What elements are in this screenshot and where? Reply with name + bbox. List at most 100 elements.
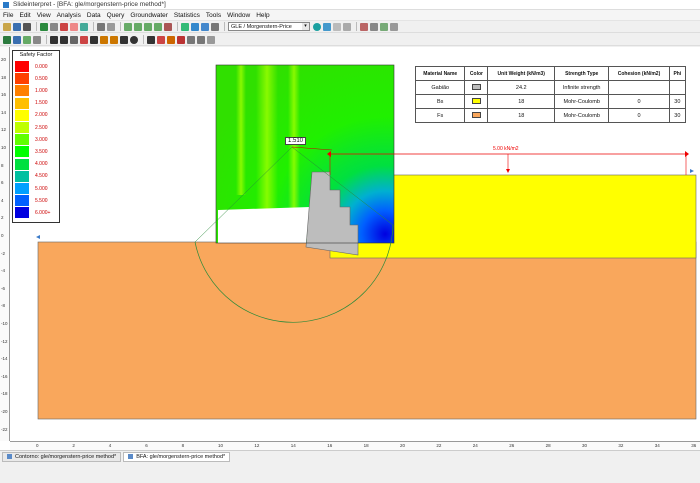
table-icon[interactable] [13, 35, 21, 44]
export-icon[interactable] [390, 22, 398, 31]
tools-toolbar [0, 34, 700, 46]
legend-swatch [15, 73, 29, 85]
layout-icon[interactable] [33, 35, 41, 44]
eraser-icon[interactable] [207, 35, 215, 44]
legend-row: 4.500 [15, 170, 59, 182]
material-color-swatch [471, 97, 481, 104]
sheet-icon[interactable] [3, 35, 11, 44]
move-tool-icon[interactable] [167, 35, 175, 44]
graph-icon[interactable] [380, 22, 388, 31]
interpret-icon[interactable] [191, 22, 199, 31]
line-tool-icon[interactable] [50, 35, 58, 44]
y-tick-label: -14 [1, 356, 8, 362]
analysis-method-select[interactable]: GLE / Morgenstern-Price ▾ [228, 22, 310, 31]
legend-label: 1.000 [35, 87, 48, 94]
y-tick-label: -12 [1, 338, 8, 344]
menu-data[interactable]: Data [87, 12, 101, 19]
menu-analysis[interactable]: Analysis [57, 12, 81, 19]
pan-icon[interactable] [164, 22, 172, 31]
pen-tool-icon[interactable] [100, 35, 108, 44]
x-tick-label: 36 [691, 443, 697, 448]
tab-contorno[interactable]: Contorno: gle/morgenstern-price method* [2, 451, 122, 462]
safety-factor-label[interactable]: 1.510 [285, 137, 307, 145]
menu-statistics[interactable]: Statistics [174, 12, 200, 19]
legend-swatch [15, 97, 29, 109]
scale-tool-icon[interactable] [177, 35, 185, 44]
legend-title: Safety Factor [19, 52, 53, 58]
menu-file[interactable]: File [3, 12, 13, 19]
tab-bfa[interactable]: BFA: gle/morgenstern-price method* [123, 451, 231, 462]
table-header-row: Material Name Color Unit Weight (kN/m3) … [414, 66, 687, 81]
crop-icon[interactable] [147, 35, 155, 44]
menu-tools[interactable]: Tools [206, 12, 221, 19]
save-icon[interactable] [13, 22, 21, 31]
query-icon[interactable] [360, 22, 368, 31]
min-surface-icon[interactable] [323, 22, 331, 31]
filter-icon[interactable] [343, 22, 351, 31]
col-cohesion: Cohesion (kN/m2) [608, 66, 670, 81]
x-tick-label: 14 [290, 443, 296, 448]
x-tick-label: 8 [181, 443, 185, 448]
probability-icon[interactable] [370, 22, 378, 31]
paste-icon[interactable] [80, 22, 88, 31]
model-view[interactable]: 20 18 16 14 12 10 8 6 4 2 0 -2 -4 -6 -8 -10 -12 -14 -16 -18… [0, 47, 700, 450]
align-icon[interactable] [197, 35, 205, 44]
print-icon[interactable] [23, 22, 31, 31]
dimension-tool-icon[interactable] [70, 35, 78, 44]
grid-icon[interactable] [50, 22, 58, 31]
legend-row: 5.000 [15, 183, 59, 194]
info-icon[interactable] [211, 22, 219, 31]
horizontal-ruler: 0 2 4 6 8 10 12 14 16 18 20 22 24 26 28 30 32 34 36 [10, 441, 700, 450]
zoom-window-icon[interactable] [154, 22, 162, 31]
x-tick-label: 26 [509, 443, 515, 448]
legend-label: 5.500 [35, 197, 48, 204]
menu-query[interactable]: Query [107, 12, 125, 19]
delete-tool-icon[interactable] [157, 35, 165, 44]
chart-icon[interactable] [40, 22, 48, 31]
arrow-tool-icon[interactable] [60, 35, 68, 44]
callout-tool-icon[interactable] [90, 35, 98, 44]
legend-swatch [15, 61, 29, 72]
open-icon[interactable] [3, 22, 11, 31]
all-surfaces-icon[interactable] [333, 22, 341, 31]
compute-icon[interactable] [181, 22, 189, 31]
col-color: Color [464, 66, 489, 81]
menu-view[interactable]: View [37, 12, 51, 19]
lock-icon[interactable] [187, 35, 195, 44]
foundation-soil-region [37, 241, 697, 420]
menu-groundwater[interactable]: Groundwater [130, 12, 168, 19]
y-tick-label: 18 [1, 74, 7, 80]
zoom-in-icon[interactable] [124, 22, 132, 31]
contours-icon[interactable] [313, 22, 321, 31]
y-tick-label: 12 [1, 127, 7, 133]
undo-icon[interactable] [97, 22, 105, 31]
model-icon[interactable] [201, 22, 209, 31]
load-magnitude-label: 5.00 kN/m2 [493, 146, 519, 152]
text-tool-icon[interactable] [80, 35, 88, 44]
zoom-all-icon[interactable] [144, 22, 152, 31]
rectangle-tool-icon[interactable] [120, 35, 128, 44]
legend-label: 3.000 [35, 136, 48, 143]
left-boundary-marker [36, 235, 40, 239]
legend-icon[interactable] [23, 35, 31, 44]
main-toolbar: GLE / Morgenstern-Price ▾ [0, 21, 700, 33]
y-tick-label: -10 [1, 321, 8, 326]
menu-help[interactable]: Help [256, 12, 269, 19]
menu-window[interactable]: Window [227, 12, 250, 19]
document-tabs: Contorno: gle/morgenstern-price method* … [0, 450, 700, 462]
y-tick-label: -6 [1, 285, 6, 291]
menu-edit[interactable]: Edit [19, 12, 30, 19]
polyline-tool-icon[interactable] [110, 35, 118, 44]
app-icon [3, 1, 9, 8]
legend-label: 2.500 [35, 124, 48, 131]
x-tick-label: 24 [472, 443, 478, 448]
select-icon[interactable] [70, 22, 78, 31]
ellipse-tool-icon[interactable] [130, 35, 138, 44]
zoom-out-icon[interactable] [134, 22, 142, 31]
x-tick-label: 32 [618, 443, 624, 448]
y-tick-label: 8 [1, 162, 4, 168]
legend-row: 0.000 [15, 61, 59, 72]
legend-row: 0.500 [15, 73, 59, 85]
redo-icon[interactable] [107, 22, 115, 31]
copy-icon[interactable] [60, 22, 68, 31]
